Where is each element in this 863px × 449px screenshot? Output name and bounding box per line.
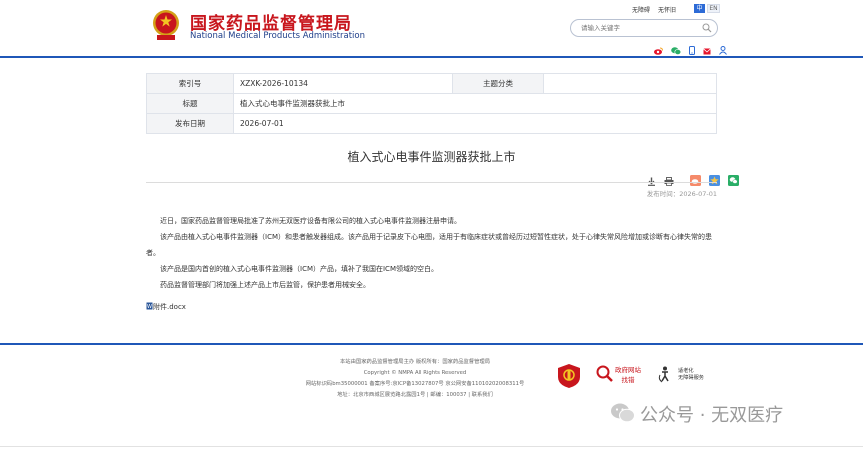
table-row: 发布日期 2026-07-01 bbox=[146, 113, 717, 134]
category-value bbox=[543, 73, 717, 94]
table-row: 标题 植入式心电事件监测器获批上市 bbox=[146, 93, 717, 114]
party-gov-badge-icon[interactable] bbox=[557, 363, 581, 389]
accessibility-link[interactable]: 无障碍 bbox=[632, 7, 650, 14]
article-title: 植入式心电事件监测器获批上市 bbox=[347, 150, 516, 164]
table-row: 索引号 XZXK-2026-10134 主题分类 bbox=[146, 73, 717, 94]
watermark-text: 公众号 · 无双医疗 bbox=[640, 405, 784, 426]
search-icon[interactable] bbox=[702, 23, 712, 33]
accessibility-icon[interactable] bbox=[657, 366, 674, 383]
article-body: 近日，国家药品监督管理局批准了苏州无双医疗设备有限公司的植入式心电事件监测器注册… bbox=[146, 213, 717, 293]
title-divider bbox=[146, 182, 717, 183]
site-logo-en[interactable]: National Medical Products Administration bbox=[190, 31, 365, 41]
social-links bbox=[654, 39, 730, 55]
footer-info: 本站由国家药品监督管理局主办 版权所有：国家药品监督管理局 Copyright … bbox=[270, 357, 560, 401]
attachment-link[interactable]: W 附件.docx bbox=[146, 302, 186, 312]
paragraph: 该产品由植入式心电事件监测器（ICM）和患者触发器组成。该产品用于记录皮下心电图… bbox=[146, 233, 712, 257]
top-links: 无障碍 无怀旧 bbox=[632, 5, 682, 14]
aged-sub: 无障碍服务 bbox=[678, 375, 704, 381]
header-divider bbox=[0, 56, 863, 58]
search-box bbox=[570, 19, 718, 37]
share-wechat-icon[interactable] bbox=[728, 171, 740, 190]
article-tools bbox=[647, 170, 742, 190]
title-value: 植入式心电事件监测器获批上市 bbox=[233, 93, 717, 114]
gov-site-error-icon[interactable] bbox=[596, 365, 613, 382]
lang-zh-button[interactable]: 中 bbox=[694, 4, 705, 13]
attachment-label[interactable]: 附件.docx bbox=[153, 303, 186, 311]
paragraph: 药品监督管理部门将加强上述产品上市后监管，保护患者用械安全。 bbox=[160, 281, 370, 289]
date-label: 发布日期 bbox=[146, 113, 234, 134]
gov-site-error-badge[interactable]: 政府网站 找错 bbox=[615, 365, 641, 385]
paragraph: 该产品是国内首创的植入式心电事件监测器（ICM）产品，填补了我国在ICM领域的空… bbox=[160, 265, 438, 273]
paragraph: 近日，国家药品监督管理局批准了苏州无双医疗设备有限公司的植入式心电事件监测器注册… bbox=[160, 217, 461, 225]
nostalgia-link[interactable]: 无怀旧 bbox=[658, 7, 676, 14]
gov-site-sub: 找错 bbox=[621, 376, 635, 384]
doc-icon: W bbox=[146, 302, 153, 312]
national-emblem-icon bbox=[153, 10, 179, 40]
footer-sponsor: 本站由国家药品监督管理局主办 版权所有：国家药品监督管理局 bbox=[340, 359, 490, 365]
index-label: 索引号 bbox=[146, 73, 234, 94]
index-value: XZXK-2026-10134 bbox=[233, 73, 453, 94]
accessibility-badge[interactable]: 适老化 无障碍服务 bbox=[678, 368, 704, 382]
svg-text:W: W bbox=[147, 304, 152, 310]
wechat-watermark-icon bbox=[611, 403, 635, 423]
title-label: 标题 bbox=[146, 93, 234, 114]
search-input[interactable] bbox=[581, 21, 691, 34]
category-label: 主题分类 bbox=[452, 73, 544, 94]
publish-time: 发布时间：2026-07-01 bbox=[646, 190, 717, 198]
bottom-border bbox=[0, 446, 863, 447]
footer-divider bbox=[0, 343, 863, 345]
footer-record[interactable]: 网站标识码bm35000001 备案序号:京ICP备13027807号 京公网安… bbox=[270, 379, 560, 390]
site-header: 国家药品监督管理局 National Medical Products Admi… bbox=[0, 0, 863, 56]
footer-address[interactable]: 地址：北京市西城区展览路北露园1号 | 邮编：100037 | 联系我们 bbox=[270, 390, 560, 401]
date-value: 2026-07-01 bbox=[233, 113, 717, 134]
gov-site-label: 政府网站 bbox=[615, 366, 641, 374]
metadata-table: 索引号 XZXK-2026-10134 主题分类 标题 植入式心电事件监测器获批… bbox=[146, 73, 717, 134]
aged-label: 适老化 bbox=[678, 368, 694, 374]
lang-en-button[interactable]: EN bbox=[707, 4, 720, 13]
footer-copyright: Copyright © NMPA All Rights Reserved bbox=[363, 370, 467, 376]
